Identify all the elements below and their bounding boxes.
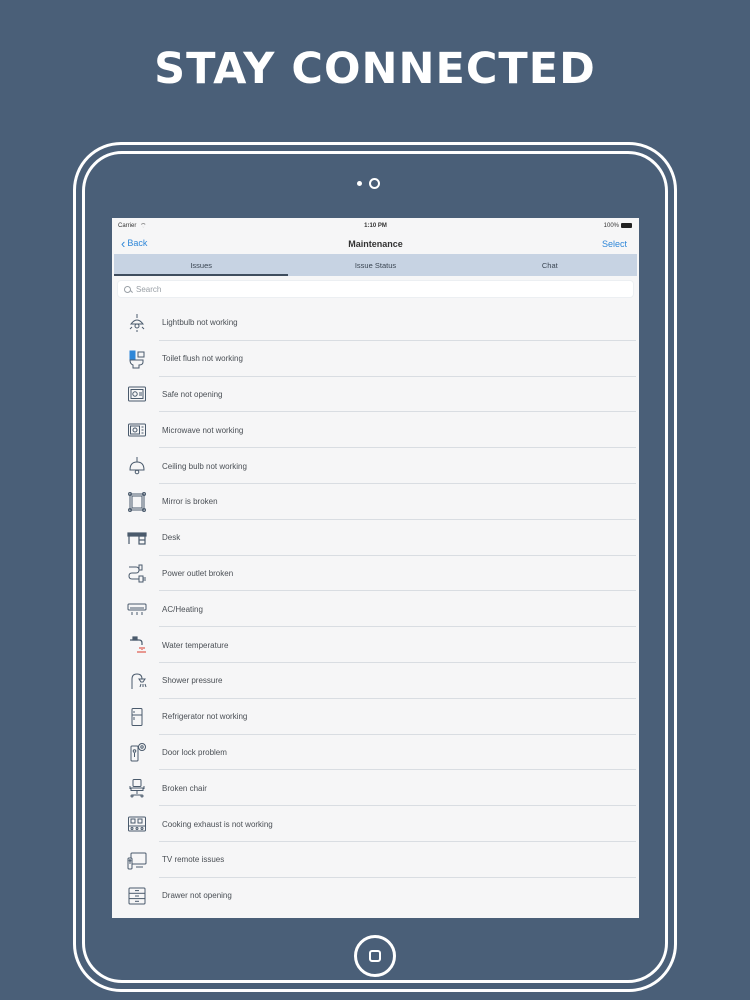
search-icon: [124, 285, 131, 293]
list-item-label: TV remote issues: [162, 855, 225, 865]
sensor-dot: [357, 181, 362, 186]
list-item-label: Toilet flush not working: [162, 354, 243, 364]
select-button[interactable]: Select: [602, 239, 627, 249]
refrigerator-icon: [112, 707, 162, 727]
tab-issues[interactable]: Issues: [114, 254, 289, 276]
list-item-label: Safe not opening: [162, 389, 223, 399]
list-item[interactable]: TV remote issues: [112, 841, 639, 878]
issue-list: Lightbulb not working Toilet flush not w…: [112, 305, 639, 914]
toilet-icon: [112, 349, 162, 369]
lightbulb-icon: [112, 313, 162, 333]
search-input[interactable]: Search: [117, 280, 634, 298]
status-bar: Carrier ⌔ 1:10 PM 100%: [112, 218, 639, 234]
safe-icon: [112, 384, 162, 404]
list-item-label: Cooking exhaust is not working: [162, 819, 273, 829]
list-item[interactable]: Microwave not working: [112, 412, 639, 449]
exhaust-hood-icon: [112, 814, 162, 834]
list-item-label: Door lock problem: [162, 747, 227, 757]
battery-icon: [621, 223, 632, 228]
segmented-tabs: Issues Issue Status Chat: [114, 254, 637, 276]
mirror-icon: [112, 491, 162, 512]
list-item-label: Microwave not working: [162, 425, 244, 435]
list-item[interactable]: AC/Heating: [112, 591, 639, 628]
list-item-label: Drawer not opening: [162, 891, 232, 901]
list-item-label: Refrigerator not working: [162, 712, 248, 722]
list-item[interactable]: Refrigerator not working: [112, 698, 639, 735]
list-item[interactable]: Lightbulb not working: [112, 305, 639, 341]
list-item-label: Broken chair: [162, 783, 207, 793]
page-title: Maintenance: [348, 239, 403, 249]
drawer-icon: [112, 886, 162, 906]
list-item[interactable]: Safe not opening: [112, 376, 639, 413]
tab-chat[interactable]: Chat: [463, 254, 637, 276]
list-item[interactable]: Drawer not opening: [112, 877, 639, 914]
list-item[interactable]: Shower pressure: [112, 662, 639, 699]
list-item[interactable]: Power outlet broken: [112, 555, 639, 592]
air-conditioner-icon: [112, 599, 162, 619]
battery-percent: 100%: [603, 223, 619, 229]
microwave-icon: [112, 420, 162, 440]
search-placeholder: Search: [136, 284, 162, 294]
chair-icon: [112, 778, 162, 798]
faucet-icon: [112, 635, 162, 655]
tab-issue-status[interactable]: Issue Status: [288, 254, 462, 276]
list-item[interactable]: Door lock problem: [112, 734, 639, 771]
list-item-label: Shower pressure: [162, 676, 223, 686]
home-square-icon: [369, 950, 381, 962]
list-item-label: Lightbulb not working: [162, 318, 238, 328]
status-time: 1:10 PM: [364, 223, 387, 229]
home-button[interactable]: [354, 935, 396, 977]
list-item[interactable]: Cooking exhaust is not working: [112, 806, 639, 842]
list-item-label: Ceiling bulb not working: [162, 461, 247, 471]
search-bar: Search: [112, 276, 639, 302]
navigation-bar: ‹ Back Maintenance Select: [112, 234, 639, 254]
app-screen: Carrier ⌔ 1:10 PM 100% ‹ Back Maintenanc…: [112, 218, 639, 918]
camera-icon: [369, 178, 380, 189]
power-outlet-icon: [112, 563, 162, 583]
list-item[interactable]: Water temperature: [112, 627, 639, 663]
list-item-label: AC/Heating: [162, 604, 203, 614]
list-item-label: Desk: [162, 533, 181, 543]
ceiling-lamp-icon: [112, 456, 162, 476]
door-lock-icon: [112, 742, 162, 762]
list-item-label: Mirror is broken: [162, 497, 218, 507]
tv-remote-icon: [112, 850, 162, 870]
list-item[interactable]: Desk: [112, 519, 639, 556]
list-item-label: Power outlet broken: [162, 568, 234, 578]
list-item[interactable]: Mirror is broken: [112, 483, 639, 520]
list-item[interactable]: Broken chair: [112, 770, 639, 807]
desk-icon: [112, 528, 162, 548]
list-item-label: Water temperature: [162, 640, 229, 650]
list-item[interactable]: Ceiling bulb not working: [112, 448, 639, 484]
shower-icon: [112, 671, 162, 691]
list-item[interactable]: Toilet flush not working: [112, 340, 639, 377]
headline: STAY CONNECTED: [154, 44, 596, 94]
